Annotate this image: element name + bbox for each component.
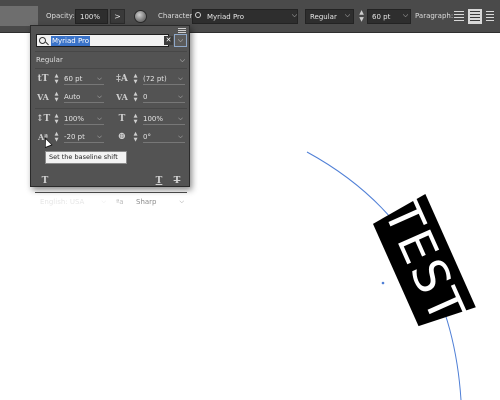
font-size-dropdown-icon[interactable]: ⌵ bbox=[399, 9, 412, 24]
kerning-icon: VA bbox=[37, 92, 49, 102]
font-search-value: Myriad Pro bbox=[51, 36, 91, 46]
chevron-down-icon: ⌵ bbox=[179, 198, 184, 205]
character-rotation-icon: ⊕ bbox=[117, 131, 127, 142]
baseline-rotation-row: Aª ▲ ▼ -20 pt ⌵ ⊕ ▲ ▼ 0° ⌵ bbox=[31, 130, 191, 144]
font-size-stepper[interactable]: ▲ ▼ bbox=[357, 9, 366, 24]
vertical-scale-stepper[interactable]: ▲ ▼ bbox=[53, 113, 60, 125]
font-dropdown-button[interactable]: ⌵ bbox=[174, 34, 187, 47]
recolor-artwork-icon[interactable] bbox=[134, 10, 147, 23]
vertical-scale-icon: ↕T bbox=[36, 114, 51, 124]
align-left-icon[interactable] bbox=[452, 9, 466, 24]
anti-aliasing-icon: ªa bbox=[116, 198, 124, 206]
language-select[interactable]: English: USA ⌵ bbox=[40, 196, 108, 208]
chevron-down-icon: ⌵ bbox=[101, 198, 106, 205]
character-rotation-stepper[interactable]: ▲ ▼ bbox=[132, 131, 139, 143]
font-style-value: Regular bbox=[36, 56, 63, 64]
font-style-select[interactable]: Regular ⌵ bbox=[36, 54, 187, 66]
opacity-input[interactable]: 100% bbox=[75, 9, 108, 24]
leading-icon: ‡A bbox=[116, 74, 128, 84]
font-family-field[interactable]: Myriad Pro bbox=[192, 9, 298, 24]
text-path-curve[interactable] bbox=[306, 151, 462, 400]
baseline-shift-tooltip: Set the baseline shift bbox=[45, 151, 127, 164]
tracking-stepper[interactable]: ▲ ▼ bbox=[132, 91, 139, 103]
paragraph-label: Paragraph: bbox=[415, 12, 454, 20]
all-caps-icon[interactable]: T bbox=[39, 175, 51, 187]
kerning-tracking-row: VA ▲ ▼ Auto ⌵ VA ▲ ▼ 0 ⌵ bbox=[31, 90, 191, 104]
opacity-label: Opacity: bbox=[46, 12, 75, 20]
opacity-expand-button[interactable]: > bbox=[110, 9, 125, 24]
horizontal-scale-icon: T bbox=[118, 114, 126, 124]
strikethrough-icon[interactable]: T bbox=[171, 175, 183, 187]
underline-icon[interactable]: T bbox=[153, 175, 165, 187]
leading-stepper[interactable]: ▲ ▼ bbox=[132, 73, 139, 85]
text-on-path[interactable]: TEST bbox=[372, 192, 475, 332]
size-leading-row: tT ▲ ▼ 60 pt ⌵ ‡A ▲ ▼ (72 pt) ⌵ bbox=[31, 72, 191, 86]
align-right-icon[interactable] bbox=[484, 9, 496, 24]
text-background-shape bbox=[372, 193, 476, 327]
font-search-icon bbox=[195, 12, 201, 18]
font-search-input[interactable]: Myriad Pro bbox=[36, 34, 169, 47]
anti-aliasing-value: Sharp bbox=[136, 198, 157, 206]
font-family-value: Myriad Pro bbox=[207, 13, 245, 21]
character-label: Character: bbox=[158, 12, 195, 20]
horizontal-scale-stepper[interactable]: ▲ ▼ bbox=[132, 113, 139, 125]
font-size-stepper[interactable]: ▲ ▼ bbox=[53, 73, 60, 85]
clear-icon[interactable]: ✕ bbox=[164, 36, 173, 45]
font-style-dropdown-icon[interactable]: ⌵ bbox=[341, 9, 354, 24]
font-size-value: 60 pt bbox=[372, 13, 391, 21]
font-style-value: Regular bbox=[310, 13, 337, 21]
align-center-icon[interactable] bbox=[468, 9, 482, 24]
anti-aliasing-select[interactable]: Sharp ⌵ bbox=[136, 196, 186, 208]
panel-menu-icon[interactable] bbox=[178, 27, 186, 33]
font-family-dropdown-icon[interactable]: ⌵ bbox=[288, 9, 301, 24]
kerning-stepper[interactable]: ▲ ▼ bbox=[53, 91, 60, 103]
chevron-down-icon: ⌵ bbox=[179, 56, 185, 64]
tracking-icon: VA bbox=[116, 92, 128, 102]
scale-row: ↕T ▲ ▼ 100% ⌵ T ▲ ▼ 100% ⌵ bbox=[31, 112, 191, 126]
text-on-path-group[interactable]: TEST bbox=[369, 191, 476, 333]
baseline-shift-stepper[interactable]: ▲ ▼ bbox=[53, 131, 60, 143]
font-size-icon: tT bbox=[37, 74, 49, 84]
control-bar-left-segment[interactable] bbox=[0, 6, 38, 26]
path-anchor-point[interactable] bbox=[381, 281, 385, 285]
language-value: English: USA bbox=[40, 198, 85, 206]
